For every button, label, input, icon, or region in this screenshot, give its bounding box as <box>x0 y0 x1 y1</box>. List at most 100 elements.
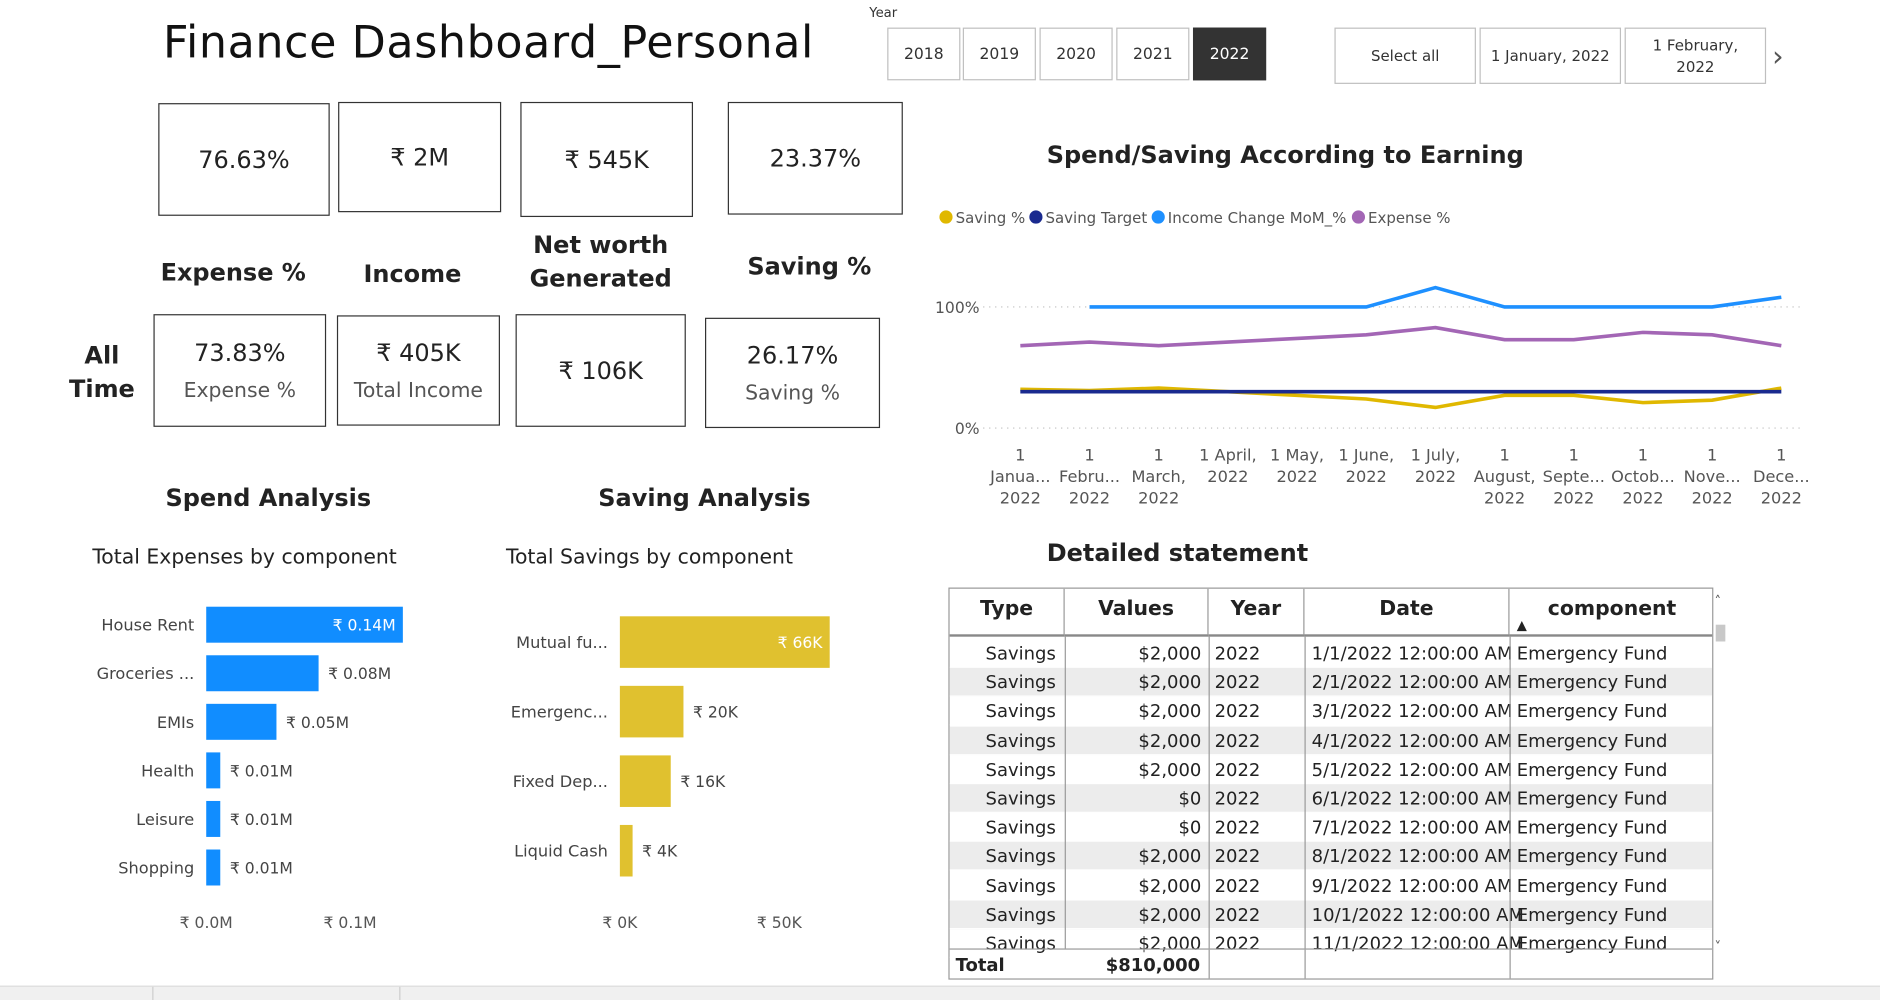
column-header-type[interactable]: Type <box>949 588 1065 637</box>
data-label: ₹ 66K <box>778 634 824 652</box>
scroll-thumb[interactable] <box>1715 624 1726 642</box>
kpi-net-worth: ₹ 545K <box>520 101 694 218</box>
total-row: Total $810,000 <box>949 948 1713 979</box>
kpi-alltime-networth: ₹ 106K <box>515 314 686 427</box>
table-cell: $2,000 <box>1138 642 1202 665</box>
table-cell: Emergency Fund <box>1516 729 1668 752</box>
x-tick-label: 1 Septe... 2022 <box>1543 445 1605 507</box>
kpi-subtitle: Total Income <box>353 378 483 403</box>
table-cell: 2/1/2022 12:00:00 AM <box>1311 671 1513 694</box>
kpi-header-networth: Net worth Generated <box>529 230 672 293</box>
axis-tick-label: ₹ 50K <box>757 914 803 932</box>
table-cell: 2022 <box>1214 787 1261 810</box>
data-label: ₹ 0.05M <box>286 714 349 732</box>
data-label: ₹ 20K <box>693 704 739 722</box>
bar <box>206 703 277 740</box>
x-tick-label: 1 Octob... 2022 <box>1611 445 1675 507</box>
page-title: Finance Dashboard_Personal <box>163 16 814 69</box>
table-cell: 2022 <box>1214 671 1261 694</box>
table-cell: 6/1/2022 12:00:00 AM <box>1311 787 1513 810</box>
x-tick-label: 1 Febru... 2022 <box>1059 445 1120 507</box>
table-cell: 1/1/2022 12:00:00 AM <box>1311 642 1513 665</box>
year-button-2021[interactable]: 2021 <box>1116 27 1190 81</box>
legend-label: Expense % <box>1368 209 1451 227</box>
table-cell: 2022 <box>1214 845 1261 868</box>
kpi-header-expense: Expense % <box>160 257 306 287</box>
table-cell: $0 <box>1178 787 1202 810</box>
kpi-header-income: Income <box>363 258 462 288</box>
series-line <box>1089 285 1782 309</box>
column-header-values[interactable]: Values <box>1064 588 1209 637</box>
table-cell: $2,000 <box>1138 700 1202 723</box>
category-label: Fixed Dep... <box>513 772 608 791</box>
column-header-year[interactable]: Year <box>1208 588 1305 637</box>
all-time-label: All Time <box>68 340 135 403</box>
column-header-component[interactable]: component ▲ <box>1509 589 1713 637</box>
year-button-2019[interactable]: 2019 <box>962 27 1036 81</box>
axis-tick-label: ₹ 0K <box>602 914 638 932</box>
column-header-label: Year <box>1230 597 1282 622</box>
kpi-value: 73.83% <box>194 338 286 367</box>
table-scrollbar[interactable]: ˄ ˅ <box>1715 594 1727 960</box>
table-cell: Savings <box>985 729 1056 752</box>
bar <box>206 849 221 886</box>
data-label: ₹ 0.01M <box>230 762 293 780</box>
table-cell: $2,000 <box>1138 758 1202 781</box>
data-label: ₹ 16K <box>680 773 726 791</box>
table-cell: $2,000 <box>1138 903 1202 926</box>
legend-marker <box>939 210 953 224</box>
table-cell: Savings <box>985 787 1056 810</box>
scroll-up-icon[interactable]: ˄ <box>1715 594 1722 610</box>
kpi-subtitle: Expense % <box>183 378 296 403</box>
column-header-date[interactable]: Date <box>1304 588 1510 637</box>
x-tick-label: 1 Dece... 2022 <box>1753 445 1810 507</box>
legend-label: Saving % <box>956 209 1026 227</box>
table-cell: Emergency Fund <box>1516 874 1668 897</box>
category-label: Leisure <box>136 810 194 829</box>
x-tick-label: 1 March, 2022 <box>1131 445 1185 507</box>
x-tick-label: 1 May, 2022 <box>1270 445 1324 486</box>
axis-tick-label: ₹ 0.0M <box>180 914 233 932</box>
legend-label: Saving Target <box>1046 209 1148 227</box>
x-tick-label: 1 Nove... 2022 <box>1684 445 1741 507</box>
category-label: Mutual fu... <box>516 633 608 652</box>
table-cell: 2022 <box>1214 903 1261 926</box>
date-button-jan[interactable]: 1 January, 2022 <box>1479 27 1622 84</box>
kpi-alltime-expense: 73.83% Expense % <box>153 314 327 427</box>
table-cell: 2022 <box>1214 642 1261 665</box>
legend-label: Income Change MoM_% <box>1168 209 1347 228</box>
bar <box>206 655 319 692</box>
table-cell: $2,000 <box>1138 874 1202 897</box>
column-header-label: component <box>1547 597 1677 622</box>
table-cell: Savings <box>985 642 1056 665</box>
year-button-2018[interactable]: 2018 <box>887 27 961 81</box>
chevron-right-icon[interactable]: › <box>1772 40 1784 74</box>
table-cell: 2022 <box>1214 874 1261 897</box>
series-line <box>1020 325 1782 348</box>
statement-table: Type Values Year Date component ▲ Saving… <box>948 587 1714 980</box>
bar <box>619 824 633 877</box>
table-cell: 4/1/2022 12:00:00 AM <box>1311 729 1513 752</box>
kpi-alltime-income: ₹ 405K Total Income <box>336 315 500 426</box>
footer-bar <box>0 985 1880 1000</box>
date-button-feb[interactable]: 1 February, 2022 <box>1624 27 1767 84</box>
year-button-2020[interactable]: 2020 <box>1039 27 1113 81</box>
table-cell: 2022 <box>1214 758 1261 781</box>
x-tick-label: 1 July, 2022 <box>1411 445 1461 486</box>
table-cell: Savings <box>985 700 1056 723</box>
x-tick-label: 1 Janua... 2022 <box>989 445 1051 507</box>
table-cell: 9/1/2022 12:00:00 AM <box>1311 874 1513 897</box>
kpi-saving-pct: 23.37% <box>727 101 903 215</box>
scroll-down-icon[interactable]: ˅ <box>1715 939 1722 955</box>
select-all-button[interactable]: Select all <box>1334 27 1476 84</box>
table-cell: Savings <box>985 816 1056 839</box>
table-cell: 8/1/2022 12:00:00 AM <box>1311 845 1513 868</box>
total-label: Total <box>955 954 1005 977</box>
table-cell: Emergency Fund <box>1516 758 1668 781</box>
sort-asc-icon[interactable]: ▲ <box>1517 618 1527 634</box>
year-button-2022[interactable]: 2022 <box>1192 27 1267 81</box>
data-label: ₹ 4K <box>642 843 678 861</box>
saving-bar-chart: Mutual fu... ₹ 66K Emergenc... ₹ 20K Fixed D… <box>511 616 830 932</box>
bar <box>619 685 684 738</box>
x-tick-label: 1 August, 2022 <box>1474 445 1536 507</box>
